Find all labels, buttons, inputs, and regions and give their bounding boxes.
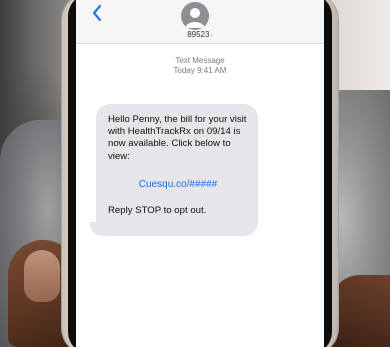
person-icon (185, 8, 205, 28)
conversation-header: 89523› (76, 0, 324, 44)
contact-number: 89523 (187, 30, 210, 39)
messages-screen: 89523› Text Message Today 9:41 AM Hello … (76, 0, 324, 347)
thumbnail-left (24, 250, 60, 302)
contact-name[interactable]: 89523› (76, 30, 324, 39)
contact-chevron: › (210, 32, 213, 39)
contact-avatar[interactable] (181, 2, 209, 30)
message-type-label: Text Message (175, 56, 225, 65)
opt-out-text: Reply STOP to opt out. (108, 204, 207, 216)
chevron-left-icon[interactable] (90, 4, 104, 22)
message-link[interactable]: Cuesqu.co/##### (108, 179, 248, 190)
hand-right (330, 275, 390, 347)
message-bubble[interactable]: Hello Penny, the bill for your visit wit… (96, 104, 258, 236)
message-timestamp: Today 9:41 AM (173, 66, 227, 75)
message-body: Hello Penny, the bill for your visit wit… (108, 114, 247, 162)
